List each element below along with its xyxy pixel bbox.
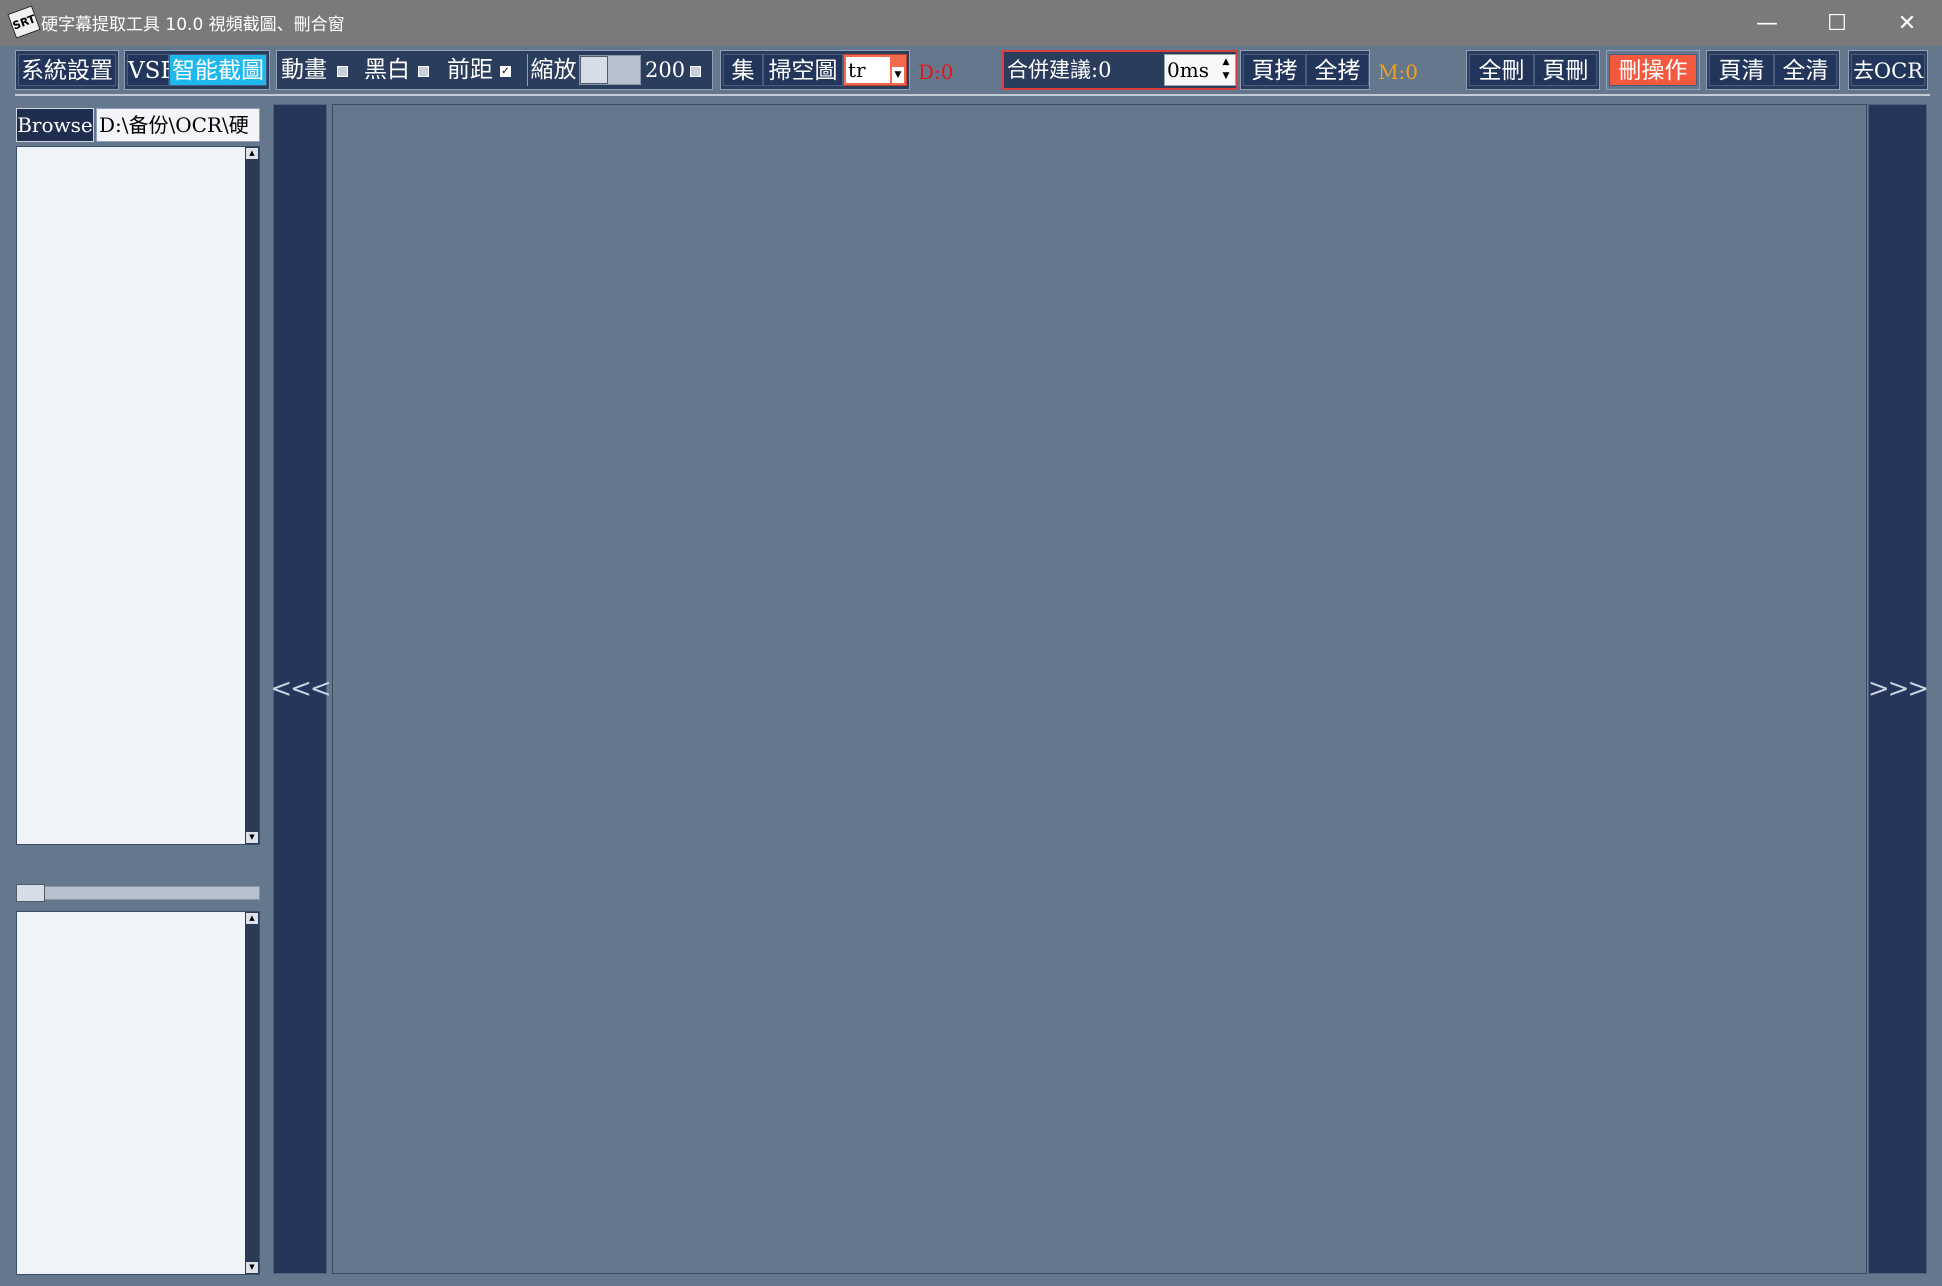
scan-empty-button[interactable]: 掃空圖 — [763, 54, 843, 86]
scroll-up-icon[interactable]: ▲ — [246, 913, 258, 924]
browse-button[interactable]: Browse — [16, 108, 94, 142]
options-group: 動畫 黑白 前距 ✓ 縮放 200 — [276, 50, 713, 90]
toolbar: 系統設置 VSF 智能截圖 動畫 黑白 前距 ✓ 縮放 200 集 掃空圖 tr… — [0, 46, 1942, 98]
file-list-scrollbar[interactable]: ▲ ▼ — [245, 147, 259, 844]
delete-group: 全刪 頁刪 — [1466, 50, 1600, 90]
minimize-button[interactable]: — — [1732, 0, 1802, 46]
smart-crop-button[interactable]: 智能截圖 — [169, 54, 267, 86]
zoom-label: 縮放 — [527, 54, 579, 86]
close-button[interactable]: ✕ — [1872, 0, 1942, 46]
app-icon: SRT — [7, 5, 41, 39]
go-ocr-button[interactable]: 去OCR — [1851, 54, 1925, 86]
frame-list-scrollbar[interactable]: ▲ ▼ — [245, 912, 259, 1274]
clear-all-button[interactable]: 全清 — [1774, 54, 1837, 86]
clear-group: 頁清 全清 — [1706, 50, 1840, 90]
merge-suggestion-label: 合併建議:0 — [1007, 58, 1112, 82]
next-page-button[interactable]: >>> — [1868, 104, 1929, 1274]
copy-group: 頁拷 全拷 — [1240, 50, 1370, 90]
path-field[interactable]: D:\备份\OCR\硬 — [96, 108, 260, 142]
front-margin-label: 前距 — [447, 57, 493, 83]
image-canvas[interactable] — [332, 104, 1867, 1274]
black-white-checkbox[interactable] — [418, 66, 429, 77]
frame-list[interactable]: ▲ ▼ — [16, 911, 260, 1275]
page-delete-button[interactable]: 頁刪 — [1534, 54, 1597, 86]
chevron-down-icon[interactable]: ▼ — [892, 67, 904, 83]
vsf-group: VSF 智能截圖 — [124, 50, 270, 90]
settings-group: 系統設置 — [15, 50, 119, 90]
spin-up-icon[interactable]: ▲ — [1219, 56, 1233, 69]
title-bar: SRT 硬字幕提取工具 10.0 視頻截圖、刪合窗 — ☐ ✕ — [0, 0, 1942, 46]
animation-label: 動畫 — [281, 57, 327, 83]
vsf-button[interactable]: VSF — [127, 54, 176, 86]
copy-all-button[interactable]: 全拷 — [1306, 54, 1369, 86]
zoom-slider[interactable] — [579, 55, 641, 85]
zoom-slider-thumb[interactable] — [580, 56, 608, 84]
scroll-up-icon[interactable]: ▲ — [246, 148, 258, 159]
black-white-label: 黑白 — [364, 57, 410, 83]
d-count: D:0 — [918, 60, 954, 84]
collect-button[interactable]: 集 — [723, 54, 763, 86]
frame-slider-thumb[interactable] — [16, 884, 45, 902]
m-count: M:0 — [1378, 60, 1418, 84]
page-copy-button[interactable]: 頁拷 — [1243, 54, 1306, 86]
toolbar-divider — [15, 94, 1930, 96]
mode-select-value: tr — [846, 57, 890, 83]
zoom-value: 200 — [645, 58, 686, 82]
spin-down-icon[interactable]: ▼ — [1219, 70, 1233, 83]
delete-all-button[interactable]: 全刪 — [1469, 54, 1534, 86]
prev-page-button[interactable]: <<< — [270, 104, 332, 1274]
delete-ops-button[interactable]: 刪操作 — [1609, 54, 1697, 86]
window-title: 硬字幕提取工具 10.0 視頻截圖、刪合窗 — [41, 15, 345, 35]
file-list[interactable]: ▲ ▼ — [16, 146, 260, 845]
scan-group: 集 掃空圖 tr ▼ — [720, 50, 910, 90]
ms-value: 0ms — [1167, 58, 1209, 82]
merge-group: 合併建議:0 0ms ▲ ▼ — [1002, 50, 1238, 90]
scroll-down-icon[interactable]: ▼ — [246, 1262, 258, 1273]
ocr-group: 去OCR — [1848, 50, 1928, 90]
front-margin-checkbox[interactable]: ✓ — [500, 66, 511, 77]
frame-slider[interactable] — [16, 886, 260, 900]
scroll-down-icon[interactable]: ▼ — [246, 832, 258, 843]
animation-checkbox[interactable] — [337, 66, 348, 77]
maximize-button[interactable]: ☐ — [1802, 0, 1872, 46]
delete-ops-group: 刪操作 — [1606, 50, 1700, 90]
mode-select[interactable]: tr ▼ — [843, 54, 907, 86]
zoom-checkbox[interactable] — [690, 66, 701, 77]
ms-spinner[interactable]: 0ms ▲ ▼ — [1164, 54, 1236, 86]
system-settings-button[interactable]: 系統設置 — [18, 54, 116, 86]
page-clear-button[interactable]: 頁清 — [1709, 54, 1774, 86]
